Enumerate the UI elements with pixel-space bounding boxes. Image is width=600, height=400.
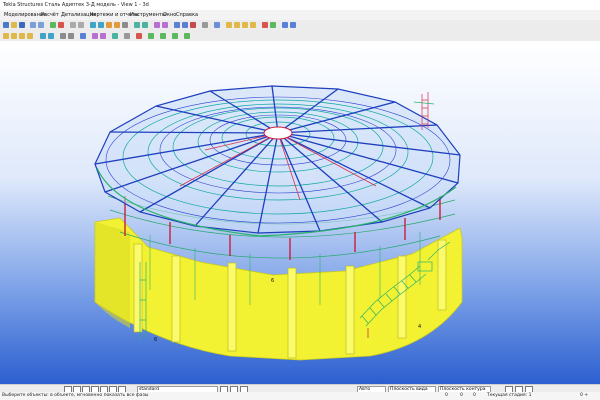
snap-mid-icon[interactable] [242,22,248,28]
delete-icon[interactable] [58,22,64,28]
snap-point-icon[interactable] [226,22,232,28]
snap-extension-icon[interactable] [184,33,190,39]
select-welds-icon[interactable] [40,33,46,39]
snap-perpendicular-icon[interactable] [172,33,178,39]
model-label-marker: 6 [271,278,274,284]
clash-check-icon[interactable] [190,22,196,28]
menu-window[interactable]: Окно [163,12,176,18]
dimension-icon[interactable] [290,22,296,28]
column-icon[interactable] [114,22,120,28]
cut-icon[interactable] [262,22,268,28]
tank-structure-model: 6 4 6 [94,85,463,361]
fitting-icon[interactable] [270,22,276,28]
status-number: 0 [473,393,476,398]
settings-icon[interactable] [202,22,208,28]
window-title: Tekla Structures Сталь Адиптек 3-Д модел… [3,2,149,8]
save-icon[interactable] [19,22,25,28]
plate-icon[interactable] [122,22,128,28]
pilaster [345,265,355,355]
select-assemblies-icon[interactable] [92,33,98,39]
menu-help[interactable]: Справка [176,12,198,18]
menu-modeling[interactable]: Моделирование [4,12,46,18]
redo-icon[interactable] [38,22,44,28]
select-components-icon[interactable] [27,33,33,39]
select-parts-icon[interactable] [11,33,17,39]
bolt-icon[interactable] [134,22,140,28]
copy-icon[interactable] [70,22,76,28]
status-number: 0 [460,393,463,398]
undo-icon[interactable] [30,22,36,28]
select-grids-icon[interactable] [68,33,74,39]
catalog-icon[interactable] [162,22,168,28]
snap-override-icon[interactable] [136,33,142,39]
model-view-3d[interactable]: 6 4 6 [0,41,600,384]
model-label-marker: 6 [154,337,157,343]
move-icon[interactable] [78,22,84,28]
pilaster [287,267,297,359]
menu-bar: Моделирование Расчёт Детализация Чертежи… [0,10,600,20]
snap-center-icon[interactable] [250,22,256,28]
tank-wall-shade [95,222,130,328]
open-icon[interactable] [11,22,17,28]
snap-nearest-icon[interactable] [160,33,166,39]
window-icon[interactable] [214,22,220,28]
numbering-icon[interactable] [50,22,56,28]
menu-tools[interactable]: Инструменты [130,12,166,18]
select-objects-icon[interactable] [100,33,106,39]
status-number: 0 [445,393,448,398]
roof-center-ring [263,126,293,140]
model-label-marker: 4 [418,324,421,330]
status-bar: Выберите объекты: в объекте, мгновенно п… [0,392,600,400]
pilaster [397,255,407,339]
pilaster [437,239,447,311]
current-phase: Текущая стадия: 1 [487,393,532,398]
select-points-icon[interactable] [80,33,86,39]
grid-icon[interactable] [98,22,104,28]
component-icon[interactable] [154,22,160,28]
weld-icon[interactable] [142,22,148,28]
select-bolts-icon[interactable] [60,33,66,39]
pilaster [133,243,143,333]
new-icon[interactable] [3,22,9,28]
filter-icon[interactable] [112,33,118,39]
menu-analysis[interactable]: Расчёт [41,12,59,18]
beam-icon[interactable] [106,22,112,28]
drawing-icon[interactable] [174,22,180,28]
select-surface-icon[interactable] [19,33,25,39]
pilaster [227,262,237,352]
report-icon[interactable] [182,22,188,28]
measure-icon[interactable] [282,22,288,28]
select-cuts-icon[interactable] [48,33,54,39]
select-all-icon[interactable] [3,33,9,39]
status-message: Выберите объекты: в объекте, мгновенно п… [2,393,149,398]
selection-count: 0 + [580,393,589,398]
representation-icon[interactable] [124,33,130,39]
view-icon[interactable] [90,22,96,28]
snap-geometry-icon[interactable] [148,33,154,39]
window-title-bar: Tekla Structures Сталь Адиптек 3-Д модел… [0,0,600,10]
pilaster [171,255,181,343]
snap-end-icon[interactable] [234,22,240,28]
